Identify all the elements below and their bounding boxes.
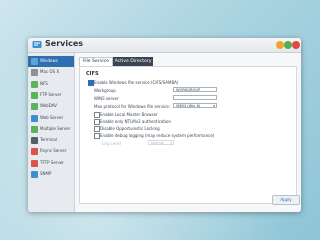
sidebar-item-mac-os-x[interactable]: Mac OS X — [28, 67, 74, 78]
tftp-icon — [31, 159, 38, 167]
multi-server-icon — [31, 125, 38, 133]
sidebar-item-web-server[interactable]: Web Server — [28, 113, 74, 124]
chevron-down-icon: ▾ — [170, 141, 172, 145]
snmp-icon — [31, 171, 38, 178]
workgroup-input[interactable]: WORKGROUP — [173, 87, 217, 92]
nfs-icon — [31, 80, 38, 88]
title-bar: Services — [28, 38, 301, 53]
wins-server-label: WINS server — [94, 96, 119, 101]
oplocks-label: Disable Opportunistic Locking — [100, 126, 160, 131]
cifs-panel: CIFS Enable Windows file service (CIFS/S… — [79, 66, 297, 204]
sidebar: Windows Mac OS X NFS FTP Server WebDAV Web Se… — [28, 53, 75, 212]
webdav-icon — [31, 103, 38, 111]
log-level-select[interactable]: Normal ▾ — [148, 140, 174, 145]
main-content: File Service Active Directory CIFS Enabl… — [75, 53, 301, 212]
ftp-icon — [31, 91, 38, 99]
services-app-icon — [32, 41, 42, 48]
sidebar-item-windows[interactable]: Windows — [28, 56, 74, 67]
sidebar-item-rsync-server[interactable]: Rsync Server — [28, 146, 74, 157]
sidebar-item-label: Multiple Server — [40, 125, 71, 131]
sidebar-item-label: NFS — [40, 80, 48, 86]
max-protocol-value: SMB3 (Win 8) — [176, 104, 201, 108]
minimize-button[interactable] — [276, 41, 284, 49]
debug-logging-label: Enable debug logging (may reduce system … — [100, 133, 215, 138]
web-server-icon — [31, 114, 38, 122]
sidebar-item-multiple-server[interactable]: Multiple Server — [28, 124, 74, 135]
section-title-cifs: CIFS — [86, 71, 99, 77]
sidebar-item-label: TFTP Server — [40, 159, 64, 165]
log-level-value: Normal — [151, 141, 165, 145]
services-window: Services Windows Mac OS X NFS FTP Server Web… — [28, 38, 301, 212]
local-master-browser-label: Enable Local Master Browser — [100, 112, 158, 117]
sidebar-item-label: Rsync Server — [40, 148, 67, 154]
sidebar-item-label: SNMP — [40, 171, 52, 176]
sidebar-item-terminal[interactable]: Terminal — [28, 135, 74, 146]
ntlmv2-label: Enable only NTLMv2 authentication — [100, 119, 172, 124]
sidebar-item-tftp-server[interactable]: TFTP Server — [28, 158, 74, 169]
apple-icon — [31, 69, 38, 77]
sidebar-item-label: Windows — [40, 58, 58, 63]
terminal-icon — [31, 137, 38, 145]
wins-server-input[interactable] — [173, 95, 217, 100]
windows-icon — [31, 58, 38, 65]
apply-button[interactable]: Apply — [272, 195, 300, 205]
window-title: Services — [45, 39, 84, 48]
max-protocol-select[interactable]: SMB3 (Win 8) ▾ — [173, 103, 217, 108]
maximize-button[interactable] — [284, 41, 292, 49]
sidebar-item-ftp-server[interactable]: FTP Server — [28, 90, 74, 101]
workgroup-label: Workgroup — [94, 88, 116, 93]
chevron-down-icon: ▾ — [213, 104, 215, 108]
sidebar-item-label: FTP Server — [40, 91, 62, 97]
enable-cifs-label: Enable Windows file service (CIFS/SAMBA) — [94, 80, 179, 85]
sidebar-item-label: Terminal — [40, 137, 57, 143]
rsync-icon — [31, 148, 38, 156]
close-button[interactable] — [292, 41, 300, 49]
sidebar-item-webdav[interactable]: WebDAV — [28, 101, 74, 112]
sidebar-item-label: WebDAV — [40, 103, 57, 109]
max-protocol-label: Max protocol for Windows file service: — [94, 104, 171, 109]
sidebar-item-nfs[interactable]: NFS — [28, 79, 74, 90]
log-level-label: Log Level — [102, 141, 121, 146]
sidebar-item-label: Mac OS X — [40, 69, 60, 75]
sidebar-item-label: Web Server — [40, 114, 64, 120]
sidebar-item-snmp[interactable]: SNMP — [28, 169, 74, 180]
